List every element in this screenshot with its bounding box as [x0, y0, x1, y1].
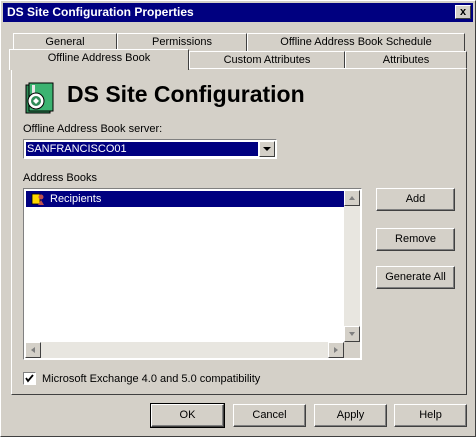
server-value: SANFRANCISCO01	[26, 142, 258, 156]
server-combobox[interactable]: SANFRANCISCO01	[23, 139, 277, 159]
dropdown-button[interactable]	[259, 141, 275, 157]
scroll-up-button[interactable]	[344, 190, 360, 206]
close-button[interactable]: x	[455, 5, 471, 19]
generate-all-button[interactable]: Generate All	[376, 266, 455, 289]
page-title: DS Site Configuration	[67, 81, 305, 107]
tab-custom-attributes[interactable]: Custom Attributes	[189, 51, 345, 69]
vertical-scrollbar[interactable]	[344, 190, 360, 342]
scroll-down-button[interactable]	[344, 326, 360, 342]
close-icon: x	[459, 6, 467, 18]
arrow-up-icon	[349, 196, 355, 200]
cancel-button[interactable]: Cancel	[233, 404, 306, 427]
apply-button[interactable]: Apply	[314, 404, 387, 427]
horizontal-scrollbar[interactable]	[25, 342, 344, 358]
server-label: Offline Address Book server:	[23, 123, 163, 135]
list-item[interactable]: Recipients	[26, 191, 344, 207]
address-books-label: Address Books	[23, 172, 97, 184]
window-title: DS Site Configuration Properties	[7, 5, 194, 19]
arrow-left-icon	[31, 347, 35, 353]
title-bar[interactable]: DS Site Configuration Properties x	[3, 3, 473, 22]
properties-dialog: DS Site Configuration Properties x Gener…	[0, 0, 476, 437]
arrow-down-icon	[349, 332, 355, 336]
checkmark-icon	[25, 374, 34, 383]
tab-offline-address-book[interactable]: Offline Address Book	[9, 49, 189, 70]
address-books-list[interactable]: Recipients	[23, 188, 362, 360]
compat-checkbox[interactable]	[23, 372, 36, 385]
scroll-right-button[interactable]	[328, 342, 344, 358]
arrow-right-icon	[334, 347, 338, 353]
chevron-down-icon	[263, 147, 271, 151]
add-button[interactable]: Add	[376, 188, 455, 211]
tab-offline-address-book-schedule[interactable]: Offline Address Book Schedule	[247, 33, 465, 51]
compat-label[interactable]: Microsoft Exchange 4.0 and 5.0 compatibi…	[42, 373, 260, 385]
help-button[interactable]: Help	[394, 404, 467, 427]
scrollbar-corner	[344, 342, 360, 358]
tab-attributes[interactable]: Attributes	[345, 51, 467, 69]
remove-button[interactable]: Remove	[376, 228, 455, 251]
ok-button[interactable]: OK	[150, 403, 225, 428]
scroll-left-button[interactable]	[25, 342, 41, 358]
recipients-icon	[31, 193, 44, 205]
ds-site-config-icon	[25, 82, 54, 114]
list-item-label: Recipients	[50, 193, 102, 205]
